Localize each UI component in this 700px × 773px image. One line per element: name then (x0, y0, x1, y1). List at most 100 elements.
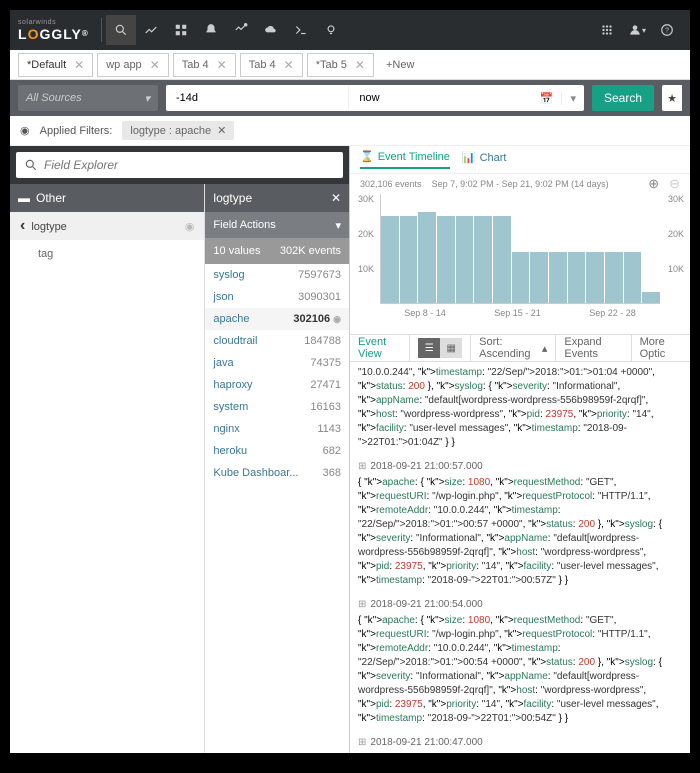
tab[interactable]: Tab 4✕ (173, 53, 236, 77)
events-list[interactable]: "10.0.0.244", "k">timestamp: "22/Sep/">2… (350, 362, 690, 753)
chart-bar[interactable] (512, 252, 530, 303)
favorite-button[interactable]: ★ (662, 85, 682, 111)
filters-row: ◉ Applied Filters: logtype : apache✕ (10, 116, 690, 146)
chart-bar[interactable] (530, 252, 548, 303)
eye-icon[interactable]: ◉ (20, 124, 30, 137)
panel-values-header: logtype✕ (205, 184, 349, 212)
facet-row[interactable]: nginx1143 (205, 418, 349, 440)
left-panel: ▬Other ‹logtype◉ tag logtype✕ Field Acti… (10, 146, 350, 753)
close-icon[interactable]: ✕ (217, 124, 226, 137)
close-icon[interactable]: ✕ (74, 58, 84, 72)
facet-row[interactable]: heroku682 (205, 440, 349, 462)
field-row[interactable]: tag (10, 240, 204, 268)
field-explorer-input[interactable] (16, 152, 343, 178)
view-list-button[interactable]: ☰ (418, 338, 440, 358)
event-count: 302,106 events (360, 179, 422, 189)
facet-row[interactable]: syslog7597673 (205, 264, 349, 286)
logo[interactable]: solarwinds LOGGLY® (18, 19, 89, 42)
facet-row[interactable]: system16163 (205, 396, 349, 418)
facet-row[interactable]: haproxy27471 (205, 374, 349, 396)
more-options-button[interactable]: More Optic (632, 335, 690, 361)
alert-icon[interactable] (226, 15, 256, 45)
zoom-out-icon[interactable]: ⊖ (669, 176, 680, 192)
expand-icon[interactable]: ⊞ (358, 599, 366, 610)
chart-bar[interactable] (568, 252, 586, 303)
expand-events-button[interactable]: Expand Events (556, 335, 631, 361)
timeline-chart[interactable]: 30K 20K 10K 30K 20K 10K Sep 8 - 14 Sep 1… (350, 194, 690, 334)
chart-bar[interactable] (642, 292, 660, 303)
filter-chip[interactable]: logtype : apache✕ (122, 121, 234, 140)
event-toolbar: Event View ☰ ▦ Sort: Ascending▴ Expand E… (350, 334, 690, 362)
field-actions-dropdown[interactable]: Field Actions▾ (205, 212, 349, 238)
tab[interactable]: *Default✕ (18, 53, 93, 77)
event-view-label: Event View (350, 335, 410, 361)
chevron-down-icon: ▾ (144, 92, 150, 105)
sources-dropdown[interactable]: All Sources▾ (18, 85, 158, 111)
facet-row[interactable]: cloudtrail184788 (205, 330, 349, 352)
to-input[interactable] (349, 86, 531, 110)
time-range-label: Sep 7, 9:02 PM - Sep 21, 9:02 PM (14 day… (432, 179, 609, 189)
facet-row[interactable]: java74375 (205, 352, 349, 374)
view-grid-button[interactable]: ▦ (440, 338, 462, 358)
chart-bar[interactable] (456, 216, 474, 303)
chart-bar[interactable] (586, 252, 604, 303)
chart-bar[interactable] (381, 216, 399, 303)
disk-icon: ▬ (18, 191, 30, 205)
chart-bar[interactable] (605, 252, 623, 303)
event-row[interactable]: ⊞2018-09-21 21:00:54.000{ "k">apache: { … (358, 598, 682, 726)
chevron-down-icon[interactable]: ▾ (561, 92, 584, 105)
eye-icon[interactable]: ◉ (185, 220, 195, 233)
timerange: 📅 ▾ (166, 85, 584, 111)
help-icon[interactable]: ? (652, 15, 682, 45)
dashboard-icon[interactable] (166, 15, 196, 45)
close-icon[interactable]: ✕ (217, 58, 227, 72)
tab-event-timeline[interactable]: ⌛Event Timeline (360, 150, 450, 169)
facets-list: syslog7597673json3090301apache302106 ◉cl… (205, 264, 349, 484)
bulb-icon[interactable] (316, 15, 346, 45)
chart-bar[interactable] (549, 252, 567, 303)
expand-icon[interactable]: ⊞ (358, 737, 366, 748)
bell-icon[interactable] (196, 15, 226, 45)
event-row[interactable]: ⊞2018-09-21 21:00:57.000{ "k">apache: { … (358, 460, 682, 588)
chart-bar[interactable] (474, 216, 492, 303)
search-button[interactable]: Search (592, 85, 654, 111)
barchart-icon: 📊 (462, 151, 476, 164)
facet-row[interactable]: json3090301 (205, 286, 349, 308)
chart-bar[interactable] (624, 252, 642, 303)
tab[interactable]: wp app✕ (97, 53, 169, 77)
close-icon[interactable]: ✕ (355, 58, 365, 72)
sort-dropdown[interactable]: Sort: Ascending▴ (471, 335, 556, 361)
chart-bar[interactable] (493, 216, 511, 303)
timeline-icon: ⌛ (360, 150, 374, 163)
panel-values: logtype✕ Field Actions▾ 10 values302K ev… (204, 184, 349, 753)
chevron-up-icon: ▴ (542, 342, 548, 355)
terminal-icon[interactable] (286, 15, 316, 45)
view-mode-buttons: ☰ ▦ (410, 335, 471, 361)
cloud-icon[interactable] (256, 15, 286, 45)
expand-icon[interactable]: ⊞ (358, 461, 366, 472)
close-icon[interactable]: ✕ (331, 191, 341, 205)
close-icon[interactable]: ✕ (284, 58, 294, 72)
from-input[interactable] (166, 86, 349, 110)
user-icon[interactable]: ▾ (622, 15, 652, 45)
tab[interactable]: Tab 4✕ (240, 53, 303, 77)
calendar-icon[interactable]: 📅 (532, 92, 562, 105)
linechart-icon[interactable] (136, 15, 166, 45)
panel-fields-header: ▬Other (10, 184, 204, 212)
applied-filters-label: Applied Filters: (40, 125, 113, 137)
new-tab-button[interactable]: +New (378, 53, 422, 77)
close-icon[interactable]: ✕ (150, 58, 160, 72)
search-icon[interactable] (106, 15, 136, 45)
chart-bar[interactable] (400, 216, 418, 303)
facet-row[interactable]: Kube Dashboar...368 (205, 462, 349, 484)
event-row[interactable]: ⊞2018-09-21 21:00:47.000{ "k">apache: { … (358, 736, 682, 753)
chart-bar[interactable] (437, 216, 455, 303)
zoom-in-icon[interactable]: ⊕ (648, 176, 659, 192)
event-row[interactable]: "10.0.0.244", "k">timestamp: "22/Sep/">2… (358, 366, 682, 450)
panel-back-row[interactable]: ‹logtype◉ (10, 212, 204, 240)
chart-bar[interactable] (418, 212, 436, 303)
tab[interactable]: *Tab 5✕ (307, 53, 374, 77)
facet-row[interactable]: apache302106 ◉ (205, 308, 349, 330)
tab-chart[interactable]: 📊Chart (462, 151, 507, 168)
apps-icon[interactable] (592, 15, 622, 45)
